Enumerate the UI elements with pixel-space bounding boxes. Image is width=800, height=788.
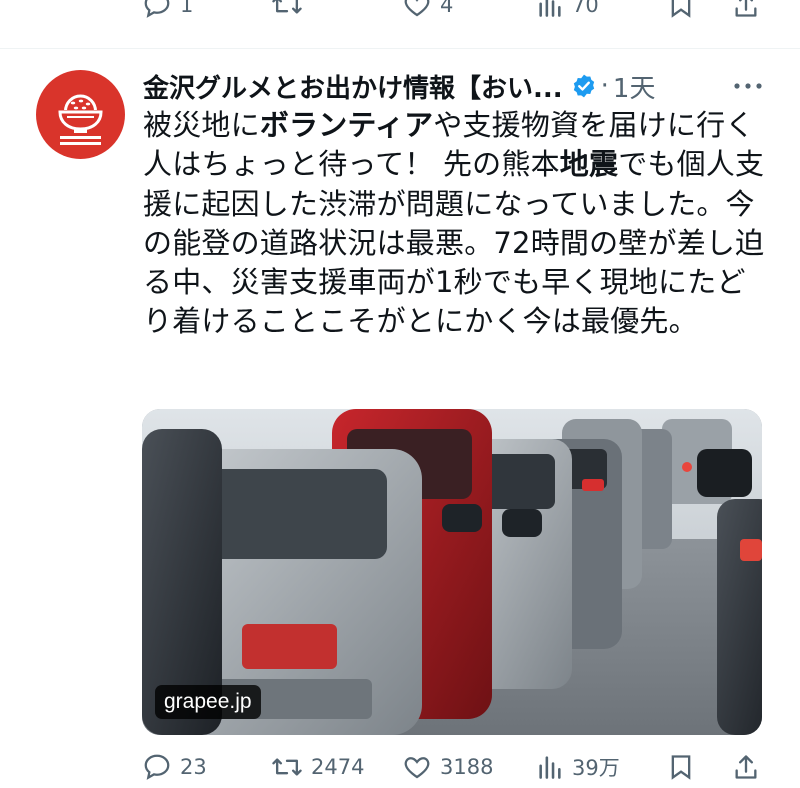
tweet-header: 金沢グルメとお出かけ情報【おい... · 1天 (143, 66, 655, 106)
author-name[interactable]: 金沢グルメとお出かけ情報【おい... (143, 68, 563, 105)
more-options-button[interactable] (731, 72, 765, 100)
previous-tweet-action-bar: 1 4 70 (0, 0, 800, 34)
reply-button[interactable]: 1 (142, 0, 193, 20)
share-icon (735, 755, 757, 779)
reply-count: 1 (180, 0, 194, 17)
like-icon (404, 0, 430, 17)
timestamp[interactable]: 1天 (613, 68, 656, 105)
verified-icon (573, 74, 594, 98)
like-icon (404, 757, 430, 779)
share-button[interactable] (732, 752, 760, 782)
views-count: 70 (572, 0, 599, 17)
avatar[interactable] (36, 70, 125, 159)
views-button[interactable]: 39万 (536, 752, 620, 782)
like-count: 4 (440, 0, 454, 17)
retweet-button[interactable]: 2474 (271, 752, 364, 782)
like-button[interactable]: 3188 (402, 752, 493, 782)
share-button[interactable] (732, 0, 760, 20)
bookmark-icon (671, 0, 691, 18)
bookmark-button[interactable] (667, 752, 695, 782)
tweet-action-bar: 23 2474 3188 39万 (0, 748, 800, 788)
views-button[interactable]: 70 (536, 0, 599, 20)
hashtag-link-earthquake[interactable]: 地震 (560, 147, 618, 181)
views-count: 39万 (572, 756, 620, 780)
hashtag-link-volunteer[interactable]: ボランティア (260, 108, 433, 142)
like-button[interactable]: 4 (402, 0, 453, 20)
reply-icon (144, 0, 170, 18)
tweet-text: 被災地にボランティアや支援物資を届けに行く人はちょっと待って！ 先の熊本地震でも… (143, 106, 768, 342)
retweet-count: 2474 (311, 755, 365, 779)
share-icon (735, 0, 757, 17)
more-icon (734, 83, 762, 89)
reply-count: 23 (180, 755, 207, 779)
like-count: 3188 (440, 755, 494, 779)
text-segment: 被災地に (143, 108, 260, 142)
bookmark-button[interactable] (667, 0, 695, 20)
reply-button[interactable]: 23 (142, 752, 207, 782)
tweet-divider (0, 48, 800, 49)
media-card[interactable]: grapee.jp (142, 409, 762, 735)
retweet-icon (272, 758, 302, 776)
retweet-icon (272, 0, 302, 14)
media-source-label: grapee.jp (155, 685, 261, 719)
bookmark-icon (671, 755, 691, 780)
views-icon (539, 0, 561, 17)
verified-badge (571, 73, 597, 99)
rice-bowl-logo-icon (58, 94, 103, 145)
header-separator: · (600, 71, 609, 101)
views-icon (539, 756, 561, 779)
retweet-button[interactable] (271, 0, 311, 20)
reply-icon (144, 754, 170, 780)
